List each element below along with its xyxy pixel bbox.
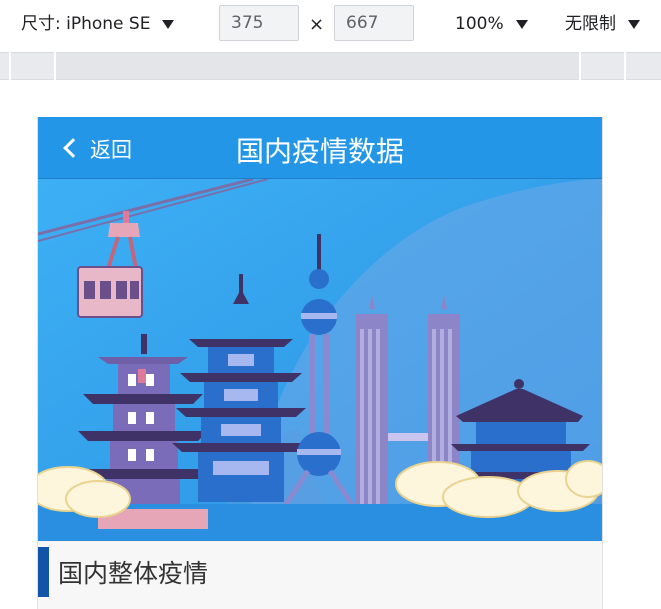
chevron-down-icon	[628, 19, 640, 29]
ruler-segment[interactable]	[56, 53, 579, 79]
zoom-label: 100%	[455, 14, 504, 34]
chevron-down-icon	[162, 19, 175, 29]
media-query-ruler[interactable]	[0, 52, 661, 80]
ruler-segment[interactable]	[581, 53, 624, 79]
section-accent-bar	[38, 547, 49, 597]
city-landmarks-banner	[38, 179, 602, 541]
app-navbar: 返回 国内疫情数据	[38, 117, 602, 179]
phone-screen: 返回 国内疫情数据 国内整体疫情	[37, 117, 603, 609]
dimension-separator: ×	[309, 14, 325, 35]
page-title: 国内疫情数据	[235, 135, 404, 168]
throttle-select[interactable]: 无限制	[565, 0, 640, 48]
device-toolbar: 尺寸: iPhone SE 375 × 667 100% 无限制	[0, 0, 661, 48]
width-input[interactable]: 375	[219, 5, 299, 41]
height-input[interactable]: 667	[334, 5, 414, 41]
zoom-select[interactable]: 100%	[455, 0, 528, 48]
overall-epidemic-section: 国内整体疫情	[38, 542, 602, 609]
throttle-label: 无限制	[565, 14, 616, 34]
section-title: 国内整体疫情	[58, 559, 209, 588]
ruler-segment[interactable]	[0, 53, 9, 79]
device-label: 尺寸: iPhone SE	[21, 14, 151, 34]
chevron-down-icon	[515, 19, 528, 29]
ruler-segment[interactable]	[11, 53, 54, 79]
device-select[interactable]: 尺寸: iPhone SE	[21, 0, 175, 48]
ruler-segment[interactable]	[626, 53, 661, 79]
